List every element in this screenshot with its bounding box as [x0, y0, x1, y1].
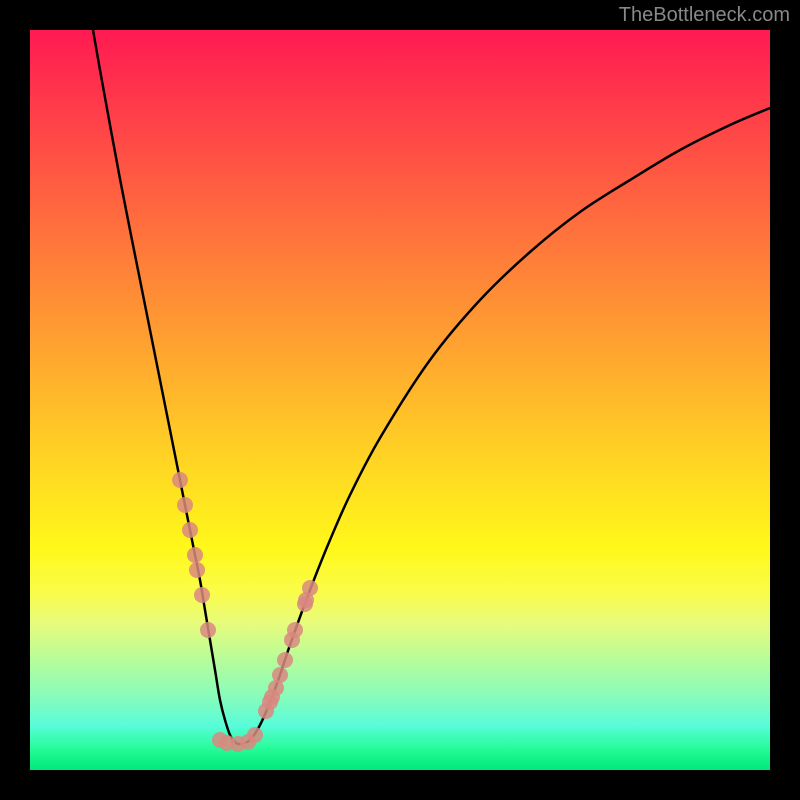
marker-point: [194, 587, 210, 603]
watermark-text: TheBottleneck.com: [619, 4, 790, 27]
marker-point: [187, 547, 203, 563]
marker-point: [287, 622, 303, 638]
curve-markers: [172, 472, 318, 752]
marker-point: [247, 727, 263, 743]
marker-point: [189, 562, 205, 578]
bottleneck-curve: [93, 30, 770, 744]
chart-container: TheBottleneck.com: [0, 0, 800, 800]
marker-point: [302, 580, 318, 596]
marker-point: [200, 622, 216, 638]
marker-point: [264, 689, 280, 705]
marker-point: [182, 522, 198, 538]
marker-point: [277, 652, 293, 668]
marker-point: [258, 703, 274, 719]
marker-point: [172, 472, 188, 488]
plot-area: [30, 30, 770, 770]
marker-point: [272, 667, 288, 683]
marker-point: [177, 497, 193, 513]
bottleneck-curve-svg: [30, 30, 770, 770]
